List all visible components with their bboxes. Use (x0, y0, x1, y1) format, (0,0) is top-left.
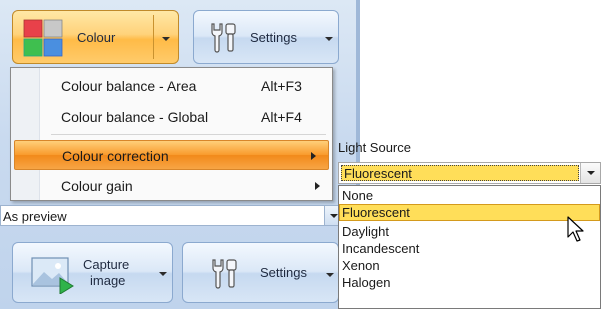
capture-label-line2: image (90, 273, 126, 288)
settings-label: Settings (250, 30, 297, 45)
settings-button[interactable]: Settings (193, 10, 339, 64)
chevron-down-icon[interactable] (162, 37, 170, 41)
list-item-fluorescent[interactable]: Fluorescent (339, 204, 600, 221)
list-item-halogen[interactable]: Halogen (339, 274, 600, 291)
menu-separator (51, 134, 326, 135)
list-item-label: Daylight (342, 224, 389, 239)
capture-settings-button[interactable]: Settings (182, 242, 339, 303)
list-item-label: Halogen (342, 275, 391, 290)
chevron-down-icon (330, 214, 338, 218)
list-item-label: None (342, 188, 374, 203)
picture-play-icon (31, 257, 74, 294)
list-item-none[interactable]: None (339, 187, 600, 204)
menu-item-colour-balance-area[interactable]: Colour balance - Area Alt+F3 (11, 71, 332, 101)
menu-item-colour-correction[interactable]: Colour correction (14, 140, 329, 170)
menu-item-shortcut: Alt+F3 (261, 78, 302, 94)
chevron-down-icon[interactable] (325, 37, 333, 41)
list-item-xenon[interactable]: Xenon (339, 257, 600, 274)
preview-select-value: As preview (3, 209, 67, 224)
capture-image-button[interactable]: Capture image (12, 242, 173, 303)
light-source-combo[interactable]: Fluorescent (338, 162, 601, 184)
light-source-selected-text: Fluorescent (344, 166, 412, 181)
menu-item-shortcut: Alt+F4 (261, 109, 302, 125)
chevron-down-icon[interactable] (159, 272, 167, 276)
menu-item-colour-balance-global[interactable]: Colour balance - Global Alt+F4 (11, 102, 332, 132)
wrench-icon (211, 23, 236, 53)
menu-item-label: Colour correction (62, 148, 169, 164)
wrench-icon (212, 259, 237, 289)
light-source-title: Light Source (338, 140, 411, 155)
light-source-selected: Fluorescent (341, 165, 579, 181)
menu-item-label: Colour balance - Area (61, 78, 197, 94)
chevron-down-icon[interactable] (326, 273, 334, 277)
mouse-pointer-icon (567, 216, 584, 242)
colour-button[interactable]: Colour (12, 10, 179, 64)
colour-menu: Colour balance - Area Alt+F3 Colour bala… (10, 67, 333, 201)
menu-item-label: Colour balance - Global (61, 109, 209, 125)
colour-grid-icon (23, 19, 63, 57)
light-source-dropdown[interactable] (580, 163, 600, 183)
colour-label: Colour (77, 30, 116, 45)
light-source-list: None Fluorescent Daylight Incandescent X… (338, 185, 601, 309)
capture-label-line1: Capture (83, 257, 130, 272)
list-item-label: Fluorescent (342, 205, 410, 220)
preview-select[interactable]: As preview (0, 205, 343, 226)
list-item-label: Incandescent (342, 241, 420, 256)
split-separator (153, 15, 154, 59)
submenu-arrow-icon (311, 152, 316, 160)
list-item-daylight[interactable]: Daylight (339, 223, 600, 240)
list-item-incandescent[interactable]: Incandescent (339, 240, 600, 257)
menu-item-colour-gain[interactable]: Colour gain (11, 171, 332, 201)
menu-item-label: Colour gain (61, 178, 133, 194)
list-item-label: Xenon (342, 258, 380, 273)
chevron-down-icon (587, 171, 595, 175)
settings-label: Settings (260, 265, 307, 280)
submenu-arrow-icon (315, 182, 320, 190)
